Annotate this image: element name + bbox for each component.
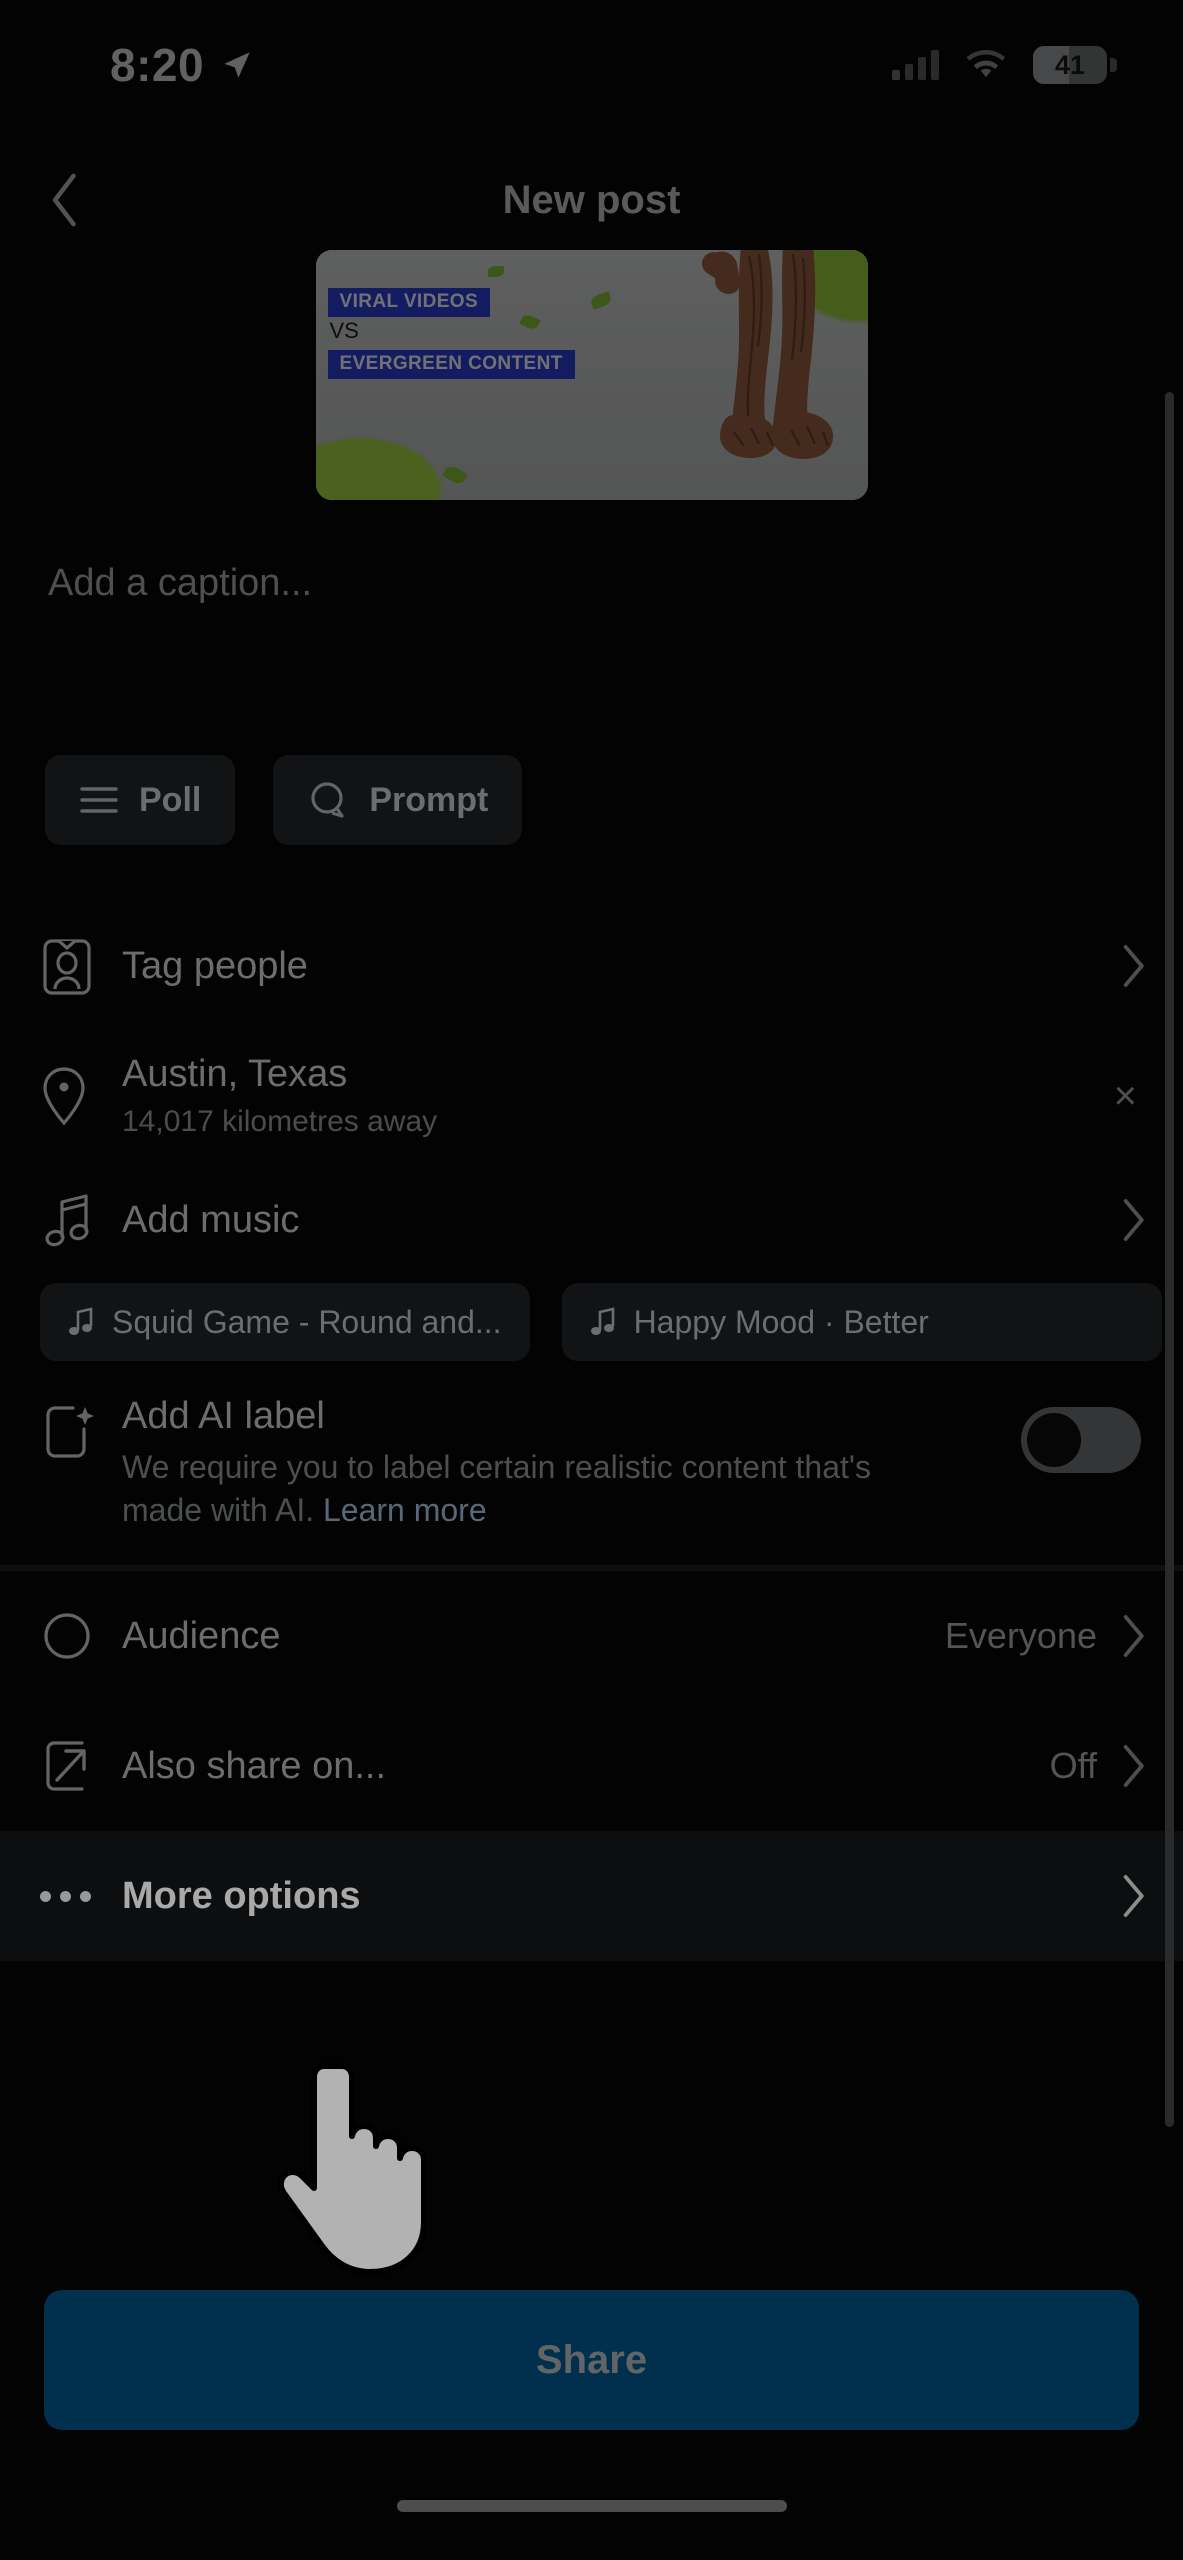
location-sublabel: 14,017 kilometres away — [122, 1105, 438, 1138]
status-bar-left: 8:20 — [110, 38, 254, 92]
post-composer-scroll[interactable]: VIRAL VIDEOS VS EVERGREEN CONTENT Add a … — [0, 250, 1183, 2010]
pointing-hand-cursor — [278, 2063, 427, 2275]
row-add-ai-label[interactable]: Add AI label We require you to label cer… — [0, 1361, 1183, 1565]
composer-chip-row: Poll Prompt — [0, 755, 1183, 845]
row-add-music[interactable]: Add music — [0, 1161, 1183, 1279]
chevron-right-icon — [1123, 945, 1144, 987]
audience-value: Everyone — [944, 1615, 1097, 1657]
location-label: Austin, Texas — [122, 1053, 348, 1095]
row-more-options[interactable]: More options — [0, 1831, 1183, 1962]
audience-label: Audience — [122, 1614, 281, 1657]
poll-lines-icon — [80, 787, 118, 813]
music-suggestion-label: Happy Mood · Better — [633, 1303, 929, 1340]
music-suggestion-label: Squid Game - Round and... — [112, 1303, 502, 1340]
chevron-right-icon — [1123, 1615, 1144, 1658]
vertical-scrollbar[interactable] — [1165, 392, 1174, 2127]
share-area: Share — [0, 2290, 1183, 2430]
ai-label-toggle[interactable] — [1021, 1407, 1141, 1473]
add-music-label: Add music — [122, 1198, 300, 1241]
battery-percent: 41 — [1054, 49, 1086, 80]
media-thumbnail[interactable]: VIRAL VIDEOS VS EVERGREEN CONTENT — [315, 250, 868, 500]
cellular-bars-icon — [892, 50, 939, 80]
music-suggestion-item[interactable]: Happy Mood · Better — [561, 1283, 1162, 1361]
location-pin-icon — [40, 1064, 122, 1128]
chevron-left-icon — [52, 173, 76, 227]
ai-label-title: Add AI label — [122, 1395, 325, 1437]
music-suggestion-row[interactable]: Squid Game - Round and... Happy Mood · B… — [0, 1283, 1183, 1361]
composer-options-list: Tag people Austin, Texas 14,017 kilometr… — [0, 901, 1183, 1962]
audience-icon — [40, 1609, 122, 1663]
caption-input[interactable]: Add a caption... — [0, 562, 1183, 605]
prompt-button[interactable]: Prompt — [273, 755, 523, 845]
music-note-icon — [69, 1307, 93, 1335]
page-title: New post — [502, 177, 681, 222]
chevron-right-icon — [1123, 1199, 1144, 1241]
music-suggestion-item[interactable]: Squid Game - Round and... — [40, 1283, 530, 1361]
row-location[interactable]: Austin, Texas 14,017 kilometres away × — [0, 1031, 1183, 1161]
chevron-right-icon — [1123, 1875, 1144, 1918]
prompt-label: Prompt — [369, 780, 489, 819]
ai-sparkle-icon — [40, 1395, 122, 1470]
tag-people-label: Tag people — [122, 944, 308, 987]
row-also-share-on[interactable]: Also share on... Off — [0, 1701, 1183, 1831]
prompt-bubble-icon — [311, 782, 344, 818]
poll-button[interactable]: Poll — [45, 755, 236, 845]
status-bar-right: 41 — [892, 46, 1117, 84]
row-audience[interactable]: Audience Everyone — [0, 1571, 1183, 1701]
share-arrow-icon — [40, 1735, 122, 1797]
back-button[interactable] — [30, 165, 100, 235]
location-arrow-icon — [224, 52, 250, 78]
ellipsis-icon — [40, 1890, 122, 1902]
music-note-icon — [40, 1189, 122, 1251]
share-button[interactable]: Share — [44, 2290, 1139, 2430]
more-options-label: More options — [122, 1874, 361, 1917]
wifi-icon — [966, 49, 1006, 78]
person-card-icon — [40, 935, 122, 997]
clear-location-button[interactable]: × — [1114, 1074, 1147, 1119]
sharing-section: Audience Everyone Also share on... Off M… — [0, 1571, 1183, 1962]
status-bar: 8:20 41 — [0, 0, 1183, 130]
media-thumbnail-wrap: VIRAL VIDEOS VS EVERGREEN CONTENT — [0, 250, 1183, 500]
learn-more-link[interactable]: Learn more — [323, 1492, 487, 1528]
also-share-value: Off — [1049, 1745, 1097, 1787]
status-bar-time: 8:20 — [110, 39, 205, 91]
navigation-bar: New post — [0, 150, 1183, 250]
music-note-icon — [590, 1307, 614, 1335]
ai-label-description: We require you to label certain realisti… — [122, 1449, 872, 1528]
also-share-label: Also share on... — [122, 1744, 387, 1787]
battery-icon: 41 — [1033, 46, 1117, 84]
poll-label: Poll — [139, 780, 202, 819]
home-indicator — [396, 2500, 787, 2512]
row-tag-people[interactable]: Tag people — [0, 901, 1183, 1031]
chevron-right-icon — [1123, 1745, 1144, 1788]
